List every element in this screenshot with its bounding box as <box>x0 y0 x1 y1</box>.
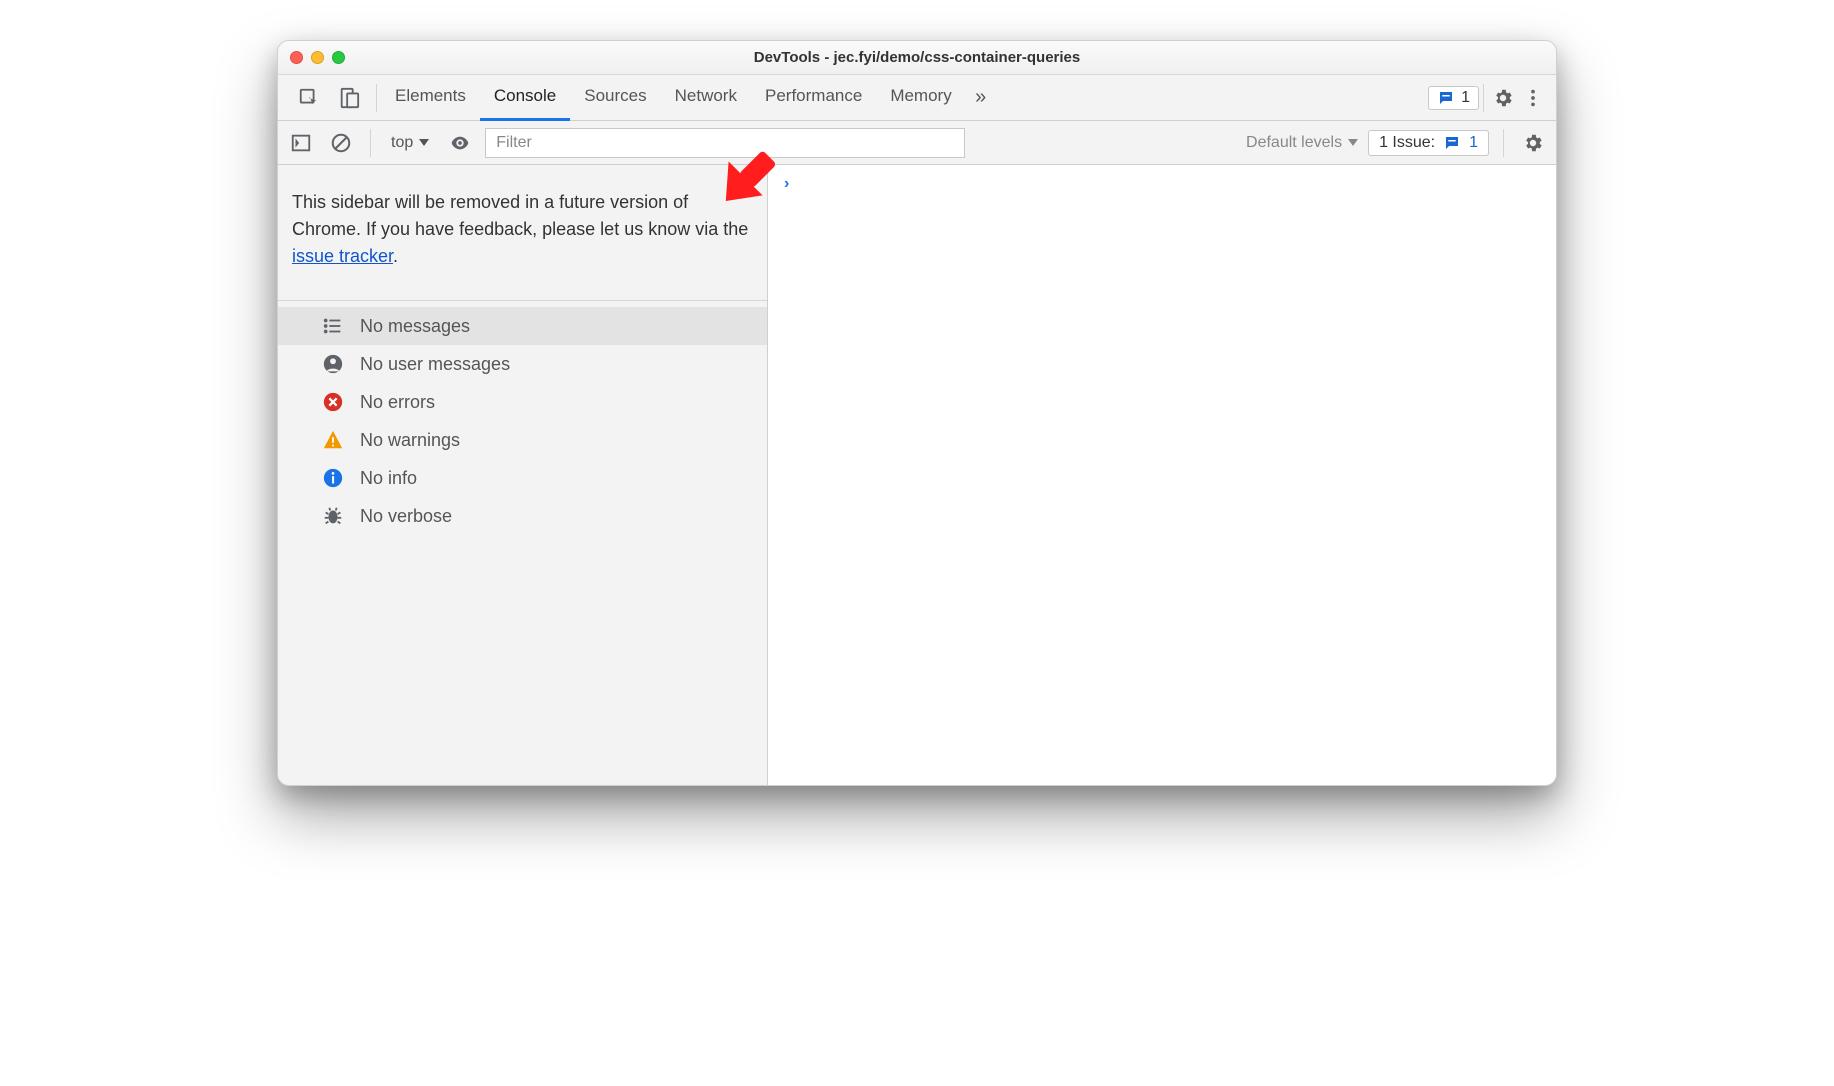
tab-sources[interactable]: Sources <box>570 75 660 121</box>
context-selector[interactable]: top <box>385 130 435 156</box>
messages-badge[interactable]: 1 <box>1428 86 1479 110</box>
filter-label: No messages <box>360 316 470 337</box>
toolbar-divider <box>1483 84 1484 112</box>
issues-button[interactable]: 1 Issue: 1 <box>1368 130 1489 156</box>
error-icon <box>322 391 344 413</box>
main-toolbar: Elements Console Sources Network Perform… <box>278 75 1556 121</box>
toolbar-divider <box>376 84 377 112</box>
filter-errors[interactable]: No errors <box>278 383 767 421</box>
live-expression-icon[interactable] <box>445 128 475 158</box>
issues-label: 1 Issue: <box>1379 134 1435 152</box>
chevron-down-icon <box>419 139 429 146</box>
issue-tracker-link[interactable]: issue tracker <box>292 246 393 266</box>
filter-info[interactable]: No info <box>278 459 767 497</box>
tab-memory[interactable]: Memory <box>876 75 965 121</box>
chevron-down-icon <box>1348 139 1358 146</box>
user-icon <box>322 353 344 375</box>
filter-warnings[interactable]: No warnings <box>278 421 767 459</box>
levels-label: Default levels <box>1246 134 1342 152</box>
more-tabs-icon[interactable]: » <box>966 83 996 113</box>
devtools-window: DevTools - jec.fyi/demo/css-container-qu… <box>277 40 1557 786</box>
toggle-sidebar-icon[interactable] <box>286 128 316 158</box>
settings-icon[interactable] <box>1488 83 1518 113</box>
filter-user-messages[interactable]: No user messages <box>278 345 767 383</box>
console-sidebar: This sidebar will be removed in a future… <box>278 165 768 785</box>
window-title: DevTools - jec.fyi/demo/css-container-qu… <box>278 49 1556 66</box>
inspect-element-icon[interactable] <box>294 83 324 113</box>
filter-label: No warnings <box>360 430 460 451</box>
filter-label: No errors <box>360 392 435 413</box>
warning-icon <box>322 429 344 451</box>
titlebar: DevTools - jec.fyi/demo/css-container-qu… <box>278 41 1556 75</box>
device-toolbar-icon[interactable] <box>334 83 364 113</box>
tab-elements[interactable]: Elements <box>381 75 480 121</box>
filter-verbose[interactable]: No verbose <box>278 497 767 535</box>
sidebar-filter-list: No messages No user messages No errors N… <box>278 301 767 535</box>
log-levels-selector[interactable]: Default levels <box>1246 134 1358 152</box>
context-label: top <box>391 134 413 152</box>
subbar-divider <box>1503 129 1504 157</box>
list-icon <box>322 315 344 337</box>
console-settings-icon[interactable] <box>1518 128 1548 158</box>
kebab-menu-icon[interactable] <box>1518 83 1548 113</box>
tab-network[interactable]: Network <box>661 75 751 121</box>
filter-label: No user messages <box>360 354 510 375</box>
info-icon <box>322 467 344 489</box>
messages-count: 1 <box>1461 89 1470 107</box>
filter-label: No info <box>360 468 417 489</box>
chat-icon <box>1443 134 1461 152</box>
tab-console[interactable]: Console <box>480 75 570 121</box>
filter-all-messages[interactable]: No messages <box>278 307 767 345</box>
notice-text: This sidebar will be removed in a future… <box>292 192 748 239</box>
clear-console-icon[interactable] <box>326 128 356 158</box>
console-prompt-icon: › <box>784 175 789 192</box>
notice-period: . <box>393 246 398 266</box>
tab-performance[interactable]: Performance <box>751 75 876 121</box>
subbar-divider <box>370 129 371 157</box>
console-subbar: top Default levels 1 Issue: 1 <box>278 121 1556 165</box>
deprecation-notice: This sidebar will be removed in a future… <box>278 165 767 301</box>
bug-icon <box>322 505 344 527</box>
chat-icon <box>1437 89 1455 107</box>
filter-label: No verbose <box>360 506 452 527</box>
console-output[interactable]: › <box>768 165 1556 785</box>
issues-count: 1 <box>1469 134 1478 152</box>
filter-input[interactable] <box>485 128 965 158</box>
console-body: This sidebar will be removed in a future… <box>278 165 1556 785</box>
